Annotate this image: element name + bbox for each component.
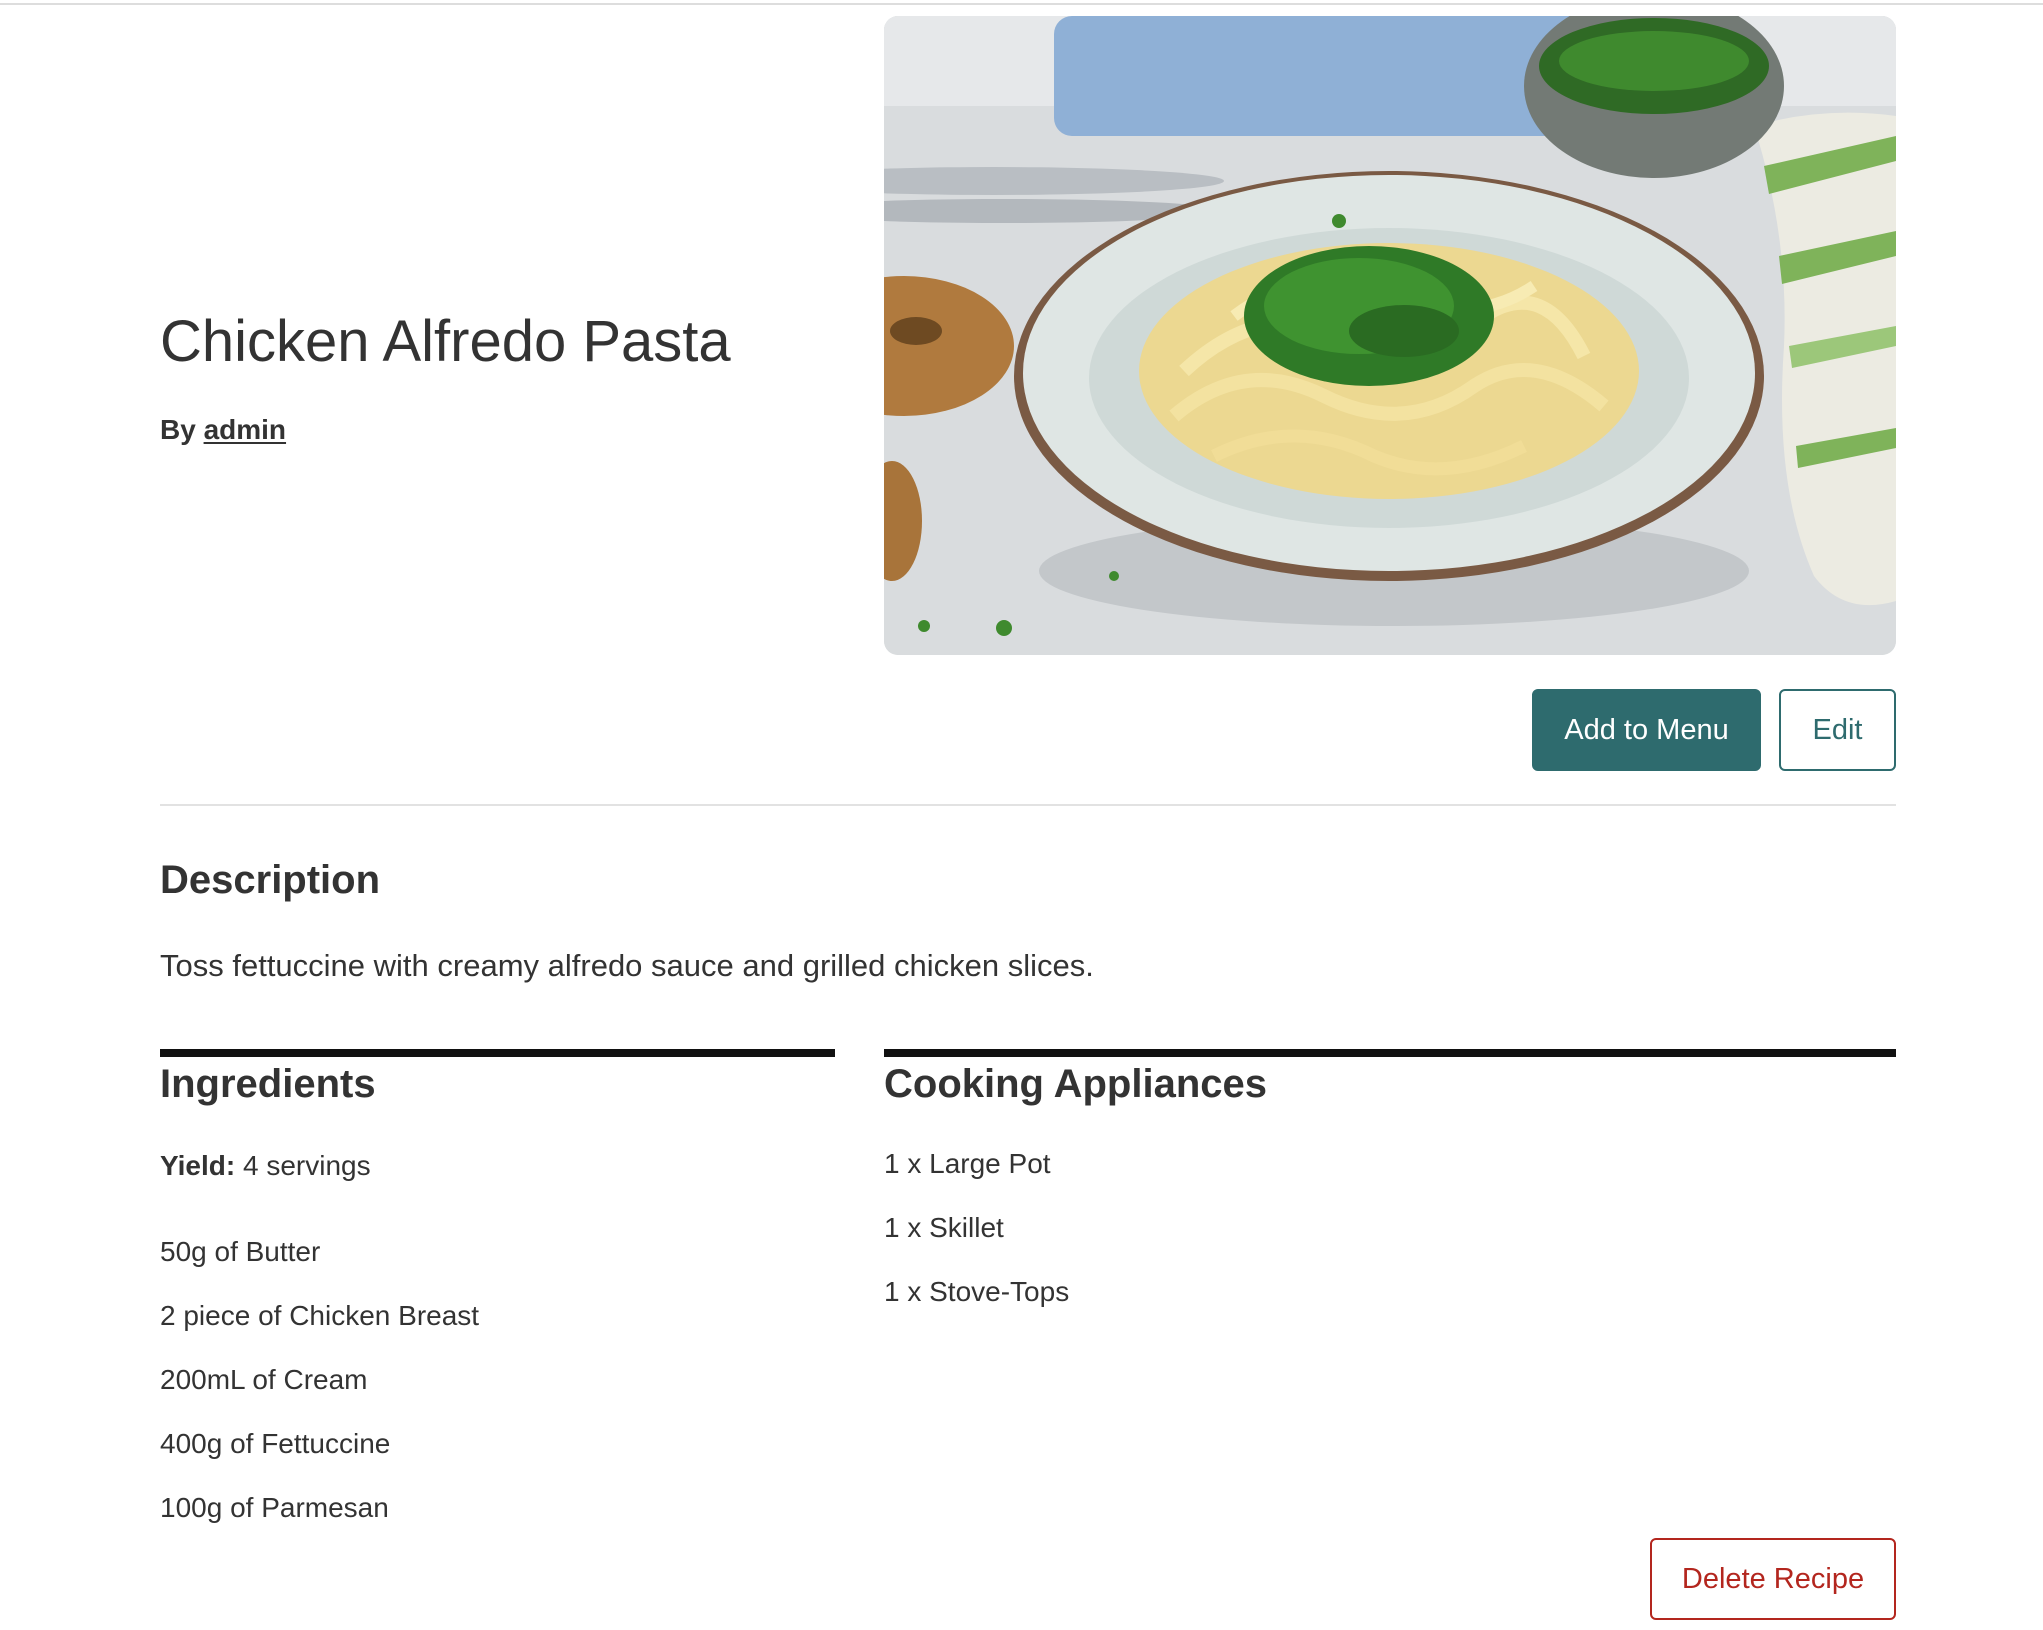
- section-divider: [160, 804, 1896, 806]
- ingredient-item: 400g of Fettuccine: [160, 1428, 391, 1459]
- recipe-image: [884, 16, 1896, 655]
- yield-label: Yield:: [160, 1150, 236, 1181]
- recipe-page: Chicken Alfredo Pasta By admin Add to Me…: [160, 0, 1896, 1630]
- ingredients-heading: Ingredients: [160, 1062, 376, 1106]
- appliances-rule: [884, 1049, 1896, 1057]
- appliance-item: 1 x Stove-Tops: [884, 1276, 1070, 1307]
- appliances-heading: Cooking Appliances: [884, 1062, 1268, 1106]
- edit-button[interactable]: Edit: [1779, 689, 1896, 771]
- appliance-item: 1 x Large Pot: [884, 1148, 1051, 1179]
- yield: Yield: 4 servings: [160, 1150, 371, 1182]
- yield-value: 4 servings: [242, 1150, 371, 1181]
- ingredients-rule: [160, 1049, 835, 1057]
- description-text: Toss fettuccine with creamy alfredo sauc…: [160, 948, 1094, 983]
- byline-prefix: By: [160, 414, 196, 445]
- appliance-item: 1 x Skillet: [884, 1212, 1004, 1243]
- recipe-title: Chicken Alfredo Pasta: [160, 309, 731, 374]
- description-heading: Description: [160, 858, 381, 902]
- ingredient-item: 200mL of Cream: [160, 1364, 368, 1395]
- recipe-header: Chicken Alfredo Pasta By admin: [160, 0, 840, 660]
- ingredient-item: 100g of Parmesan: [160, 1492, 389, 1523]
- recipe-byline: By admin: [160, 414, 286, 446]
- author-link[interactable]: admin: [204, 414, 286, 445]
- add-to-menu-button[interactable]: Add to Menu: [1532, 689, 1761, 771]
- delete-recipe-button[interactable]: Delete Recipe: [1650, 1538, 1896, 1620]
- ingredient-item: 50g of Butter: [160, 1236, 321, 1267]
- ingredient-item: 2 piece of Chicken Breast: [160, 1300, 480, 1331]
